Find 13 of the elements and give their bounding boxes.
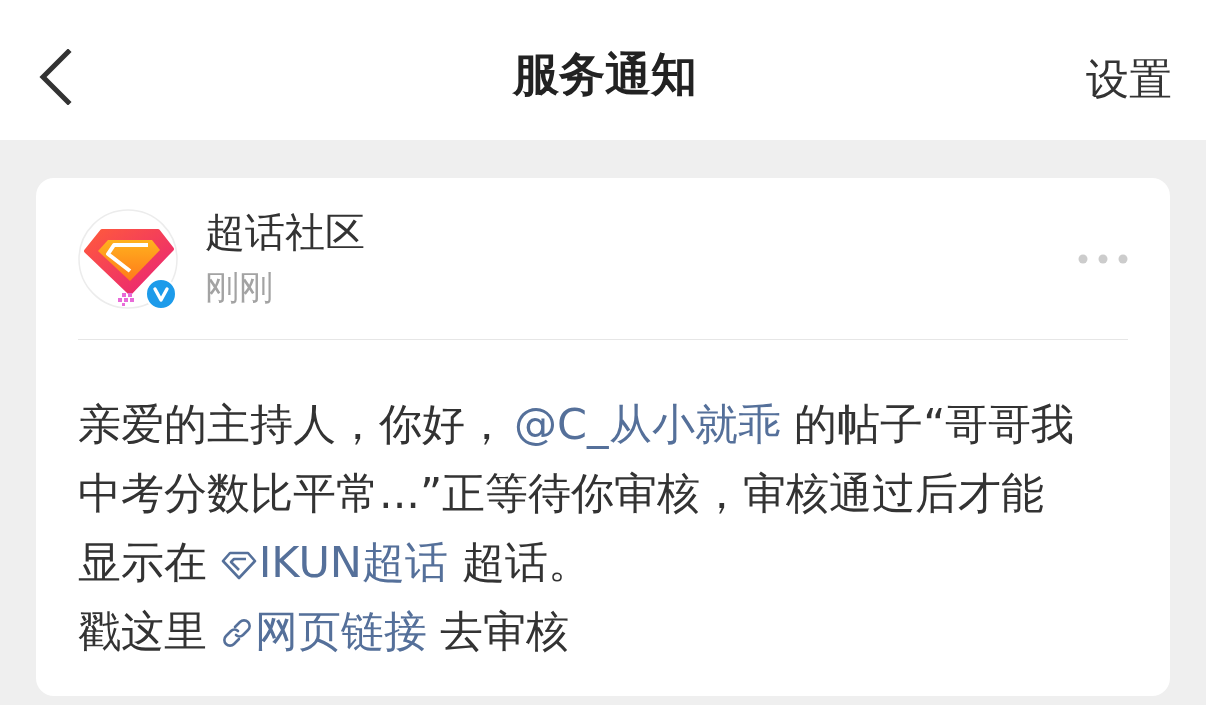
link-icon (220, 617, 253, 649)
diamond-icon (220, 550, 257, 580)
diamond-avatar-icon (78, 208, 178, 309)
review-prompt-text: 戳这里 网页链接 去审核 (78, 605, 571, 658)
sender-name: 超话社区 (205, 208, 365, 256)
message-text: 亲爱的主持人，你好，@C_从小就乖 的帖子“哥哥我中考分数比平常...”正等待你审核，审核通过后才能显示在 IKUN超话 超话。 (78, 398, 1076, 589)
web-link[interactable]: 网页链接 (220, 606, 427, 656)
back-icon[interactable] (38, 49, 72, 105)
topic-link[interactable]: IKUN超话 (220, 537, 449, 587)
page-title: 服务通知 (513, 46, 697, 103)
timestamp: 刚刚 (205, 266, 273, 309)
settings-button[interactable]: 设置 (1086, 51, 1172, 109)
mention-link[interactable]: @C_从小就乖 (514, 399, 781, 449)
